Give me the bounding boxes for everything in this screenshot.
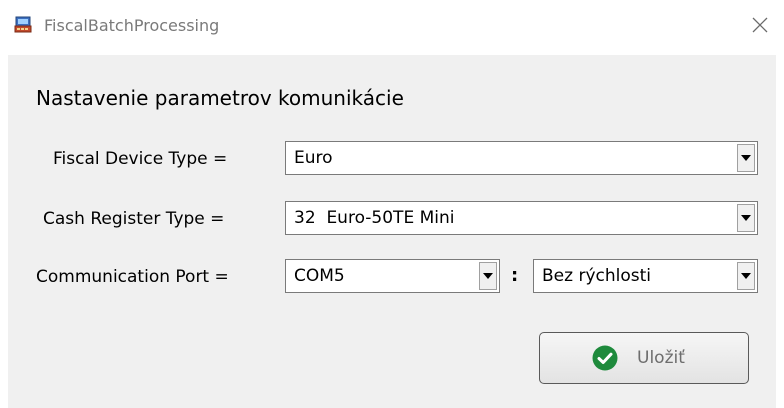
app-window: FiscalBatchProcessing Nastavenie paramet…	[0, 0, 784, 408]
dropdown-arrow-icon[interactable]	[479, 262, 497, 290]
window-title: FiscalBatchProcessing	[44, 16, 220, 35]
communication-port-label: Communication Port =	[36, 267, 229, 287]
cash-register-type-select[interactable]: 32 Euro-50TE Mini	[285, 201, 758, 235]
check-circle-icon	[592, 345, 618, 371]
port-speed-separator: :	[511, 265, 519, 286]
cash-register-type-value: 32 Euro-50TE Mini	[294, 208, 455, 228]
baud-rate-value: Bez rýchlosti	[542, 266, 651, 286]
dropdown-arrow-icon[interactable]	[737, 204, 755, 232]
baud-rate-select[interactable]: Bez rýchlosti	[533, 259, 758, 293]
fiscal-device-type-label: Fiscal Device Type =	[53, 149, 228, 169]
title-bar[interactable]: FiscalBatchProcessing	[0, 0, 784, 55]
close-button[interactable]	[740, 10, 780, 44]
section-heading: Nastavenie parametrov komunikácie	[36, 86, 404, 110]
save-button-label: Uložiť	[637, 348, 685, 368]
fiscal-device-type-value: Euro	[294, 148, 333, 168]
cash-register-type-label: Cash Register Type =	[43, 209, 225, 229]
dropdown-arrow-icon[interactable]	[737, 262, 755, 290]
fiscal-device-type-select[interactable]: Euro	[285, 141, 758, 175]
communication-port-select[interactable]: COM5	[285, 259, 500, 293]
close-icon	[752, 17, 768, 37]
cash-register-icon	[14, 16, 32, 34]
settings-panel: Nastavenie parametrov komunikácie Fiscal…	[8, 55, 776, 408]
communication-port-value: COM5	[294, 266, 345, 286]
dropdown-arrow-icon[interactable]	[737, 144, 755, 172]
save-button[interactable]: Uložiť	[539, 332, 749, 384]
